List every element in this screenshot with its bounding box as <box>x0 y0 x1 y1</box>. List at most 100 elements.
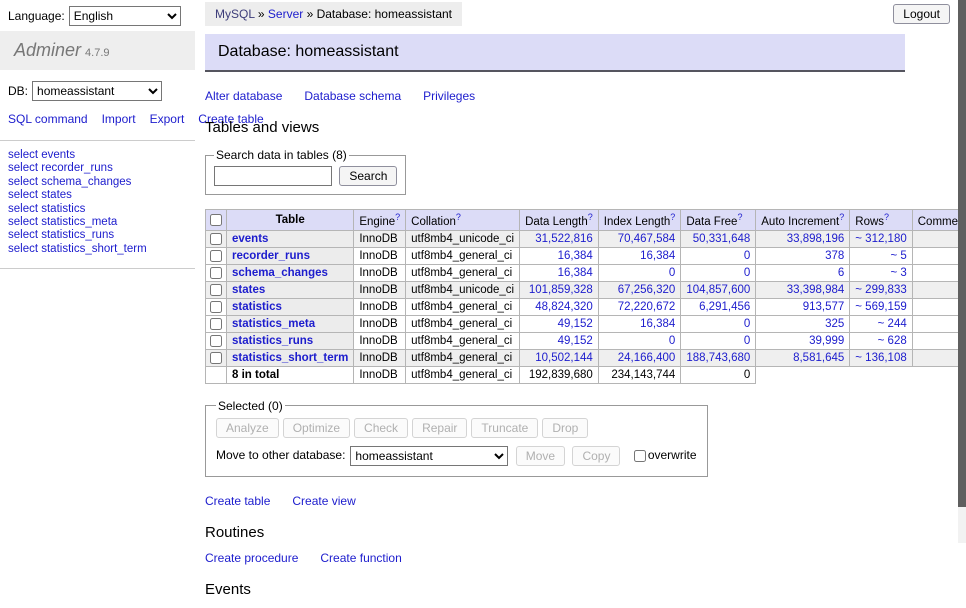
data-length-link[interactable]: 16,384 <box>558 250 593 262</box>
rows-link[interactable]: ~ 136,108 <box>855 352 906 364</box>
nav-link-privileges[interactable]: Privileges <box>423 89 475 103</box>
sidebar-select-statistics[interactable]: select statistics <box>8 203 187 216</box>
data-length-link[interactable]: 49,152 <box>558 318 593 330</box>
sidebar-select-events[interactable]: select events <box>8 149 187 162</box>
table-link-recorder_runs[interactable]: recorder_runs <box>232 250 310 262</box>
language-select[interactable]: English <box>69 6 181 26</box>
search-button[interactable]: Search <box>339 166 397 186</box>
sidebar-select-states[interactable]: select states <box>8 189 187 202</box>
row-checkbox-statistics[interactable] <box>210 301 222 313</box>
data-free-link[interactable]: 50,331,648 <box>693 233 751 245</box>
index-length-link[interactable]: 67,256,320 <box>618 284 676 296</box>
index-length-link[interactable]: 0 <box>669 267 675 279</box>
row-checkbox-statistics_short_term[interactable] <box>210 352 222 364</box>
index-length-link[interactable]: 16,384 <box>640 318 675 330</box>
bulk-analyze-button[interactable]: Analyze <box>216 418 279 438</box>
index-length-link[interactable]: 0 <box>669 335 675 347</box>
breadcrumb-link-server[interactable]: Server <box>268 7 303 21</box>
auto-increment-link[interactable]: 33,398,984 <box>787 284 845 296</box>
move-db-select[interactable]: homeassistant <box>350 446 508 466</box>
bulk-truncate-button[interactable]: Truncate <box>471 418 538 438</box>
column-help-link[interactable]: ? <box>839 212 844 222</box>
bulk-repair-button[interactable]: Repair <box>412 418 467 438</box>
sidebar-select-recorder-runs[interactable]: select recorder_runs <box>8 162 187 175</box>
db-select[interactable]: homeassistant <box>32 81 162 101</box>
table-link-statistics[interactable]: statistics <box>232 301 282 313</box>
nav-link-alter-database[interactable]: Alter database <box>205 89 282 103</box>
vertical-scrollbar[interactable] <box>958 0 966 543</box>
data-free-link[interactable]: 0 <box>744 318 750 330</box>
auto-increment-link[interactable]: 913,577 <box>803 301 845 313</box>
sidebar-link-export[interactable]: Export <box>150 112 185 126</box>
rows-link[interactable]: ~ 628 <box>878 335 907 347</box>
rows-link[interactable]: ~ 5 <box>890 250 906 262</box>
row-checkbox-statistics_meta[interactable] <box>210 318 222 330</box>
data-length-link[interactable]: 101,859,328 <box>529 284 593 296</box>
column-help-link[interactable]: ? <box>456 212 461 222</box>
data-free-link[interactable]: 0 <box>744 335 750 347</box>
bulk-check-button[interactable]: Check <box>354 418 408 438</box>
data-free-link[interactable]: 0 <box>744 250 750 262</box>
auto-increment-link[interactable]: 325 <box>825 318 844 330</box>
search-input[interactable] <box>214 166 332 186</box>
table-link-statistics_meta[interactable]: statistics_meta <box>232 318 315 330</box>
sidebar-select-statistics-short-term[interactable]: select statistics_short_term <box>8 243 187 256</box>
data-free-link[interactable]: 0 <box>744 267 750 279</box>
rows-link[interactable]: ~ 244 <box>878 318 907 330</box>
data-length-link[interactable]: 48,824,320 <box>535 301 593 313</box>
data-free-link[interactable]: 188,743,680 <box>686 352 750 364</box>
sidebar-select-schema-changes[interactable]: select schema_changes <box>8 176 187 189</box>
row-checkbox-events[interactable] <box>210 233 222 245</box>
data-length-link[interactable]: 31,522,816 <box>535 233 593 245</box>
auto-increment-link[interactable]: 33,898,196 <box>787 233 845 245</box>
sidebar-link-sql-command[interactable]: SQL command <box>8 112 88 126</box>
link-create-table[interactable]: Create table <box>205 494 270 508</box>
breadcrumb-link-mysql[interactable]: MySQL <box>215 7 255 21</box>
table-link-schema_changes[interactable]: schema_changes <box>232 267 328 279</box>
data-length-link[interactable]: 49,152 <box>558 335 593 347</box>
data-free-link[interactable]: 104,857,600 <box>686 284 750 296</box>
logout-button[interactable]: Logout <box>893 4 950 24</box>
index-length-link[interactable]: 24,166,400 <box>618 352 676 364</box>
table-link-states[interactable]: states <box>232 284 265 296</box>
sidebar-select-statistics-meta[interactable]: select statistics_meta <box>8 216 187 229</box>
row-checkbox-schema_changes[interactable] <box>210 267 222 279</box>
rows-link[interactable]: ~ 299,833 <box>855 284 906 296</box>
column-help-link[interactable]: ? <box>588 212 593 222</box>
index-length-link[interactable]: 16,384 <box>640 250 675 262</box>
auto-increment-link[interactable]: 39,999 <box>809 335 844 347</box>
column-help-link[interactable]: ? <box>884 212 889 222</box>
data-free-link[interactable]: 6,291,456 <box>699 301 750 313</box>
scrollbar-thumb[interactable] <box>958 0 966 507</box>
rows-link[interactable]: ~ 569,159 <box>855 301 906 313</box>
row-checkbox-recorder_runs[interactable] <box>210 250 222 262</box>
row-checkbox-states[interactable] <box>210 284 222 296</box>
link-create-view[interactable]: Create view <box>292 494 355 508</box>
overwrite-checkbox[interactable] <box>634 450 646 462</box>
rows-link[interactable]: ~ 312,180 <box>855 233 906 245</box>
auto-increment-link[interactable]: 6 <box>838 267 844 279</box>
data-length-link[interactable]: 10,502,144 <box>535 352 593 364</box>
table-link-statistics_runs[interactable]: statistics_runs <box>232 335 313 347</box>
rows-link[interactable]: ~ 3 <box>890 267 906 279</box>
index-length-link[interactable]: 70,467,584 <box>618 233 676 245</box>
app-name[interactable]: Adminer <box>14 40 81 60</box>
sidebar-link-import[interactable]: Import <box>102 112 136 126</box>
column-help-link[interactable]: ? <box>737 212 742 222</box>
auto-increment-link[interactable]: 8,581,645 <box>793 352 844 364</box>
link-create-procedure[interactable]: Create procedure <box>205 551 298 565</box>
index-length-link[interactable]: 72,220,672 <box>618 301 676 313</box>
select-all-checkbox[interactable] <box>210 214 222 226</box>
column-help-link[interactable]: ? <box>670 212 675 222</box>
sidebar-select-statistics-runs[interactable]: select statistics_runs <box>8 229 187 242</box>
nav-link-database-schema[interactable]: Database schema <box>304 89 401 103</box>
table-link-statistics_short_term[interactable]: statistics_short_term <box>232 352 348 364</box>
copy-button[interactable]: Copy <box>572 446 620 466</box>
auto-increment-link[interactable]: 378 <box>825 250 844 262</box>
column-help-link[interactable]: ? <box>395 212 400 222</box>
bulk-drop-button[interactable]: Drop <box>542 418 588 438</box>
link-create-function[interactable]: Create function <box>320 551 401 565</box>
bulk-optimize-button[interactable]: Optimize <box>283 418 350 438</box>
data-length-link[interactable]: 16,384 <box>558 267 593 279</box>
row-checkbox-statistics_runs[interactable] <box>210 335 222 347</box>
